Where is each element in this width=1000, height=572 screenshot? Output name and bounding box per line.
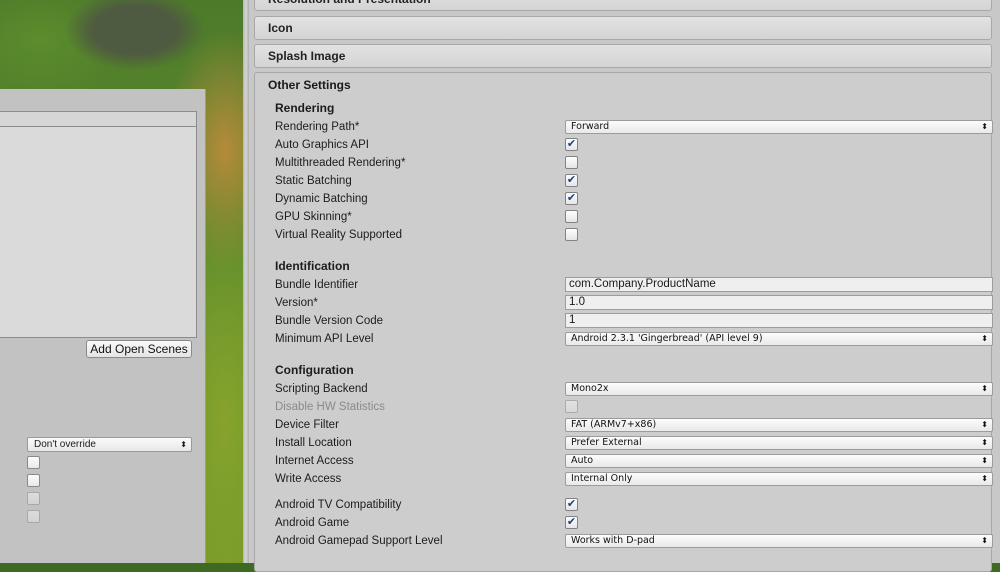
build-settings-panel: Add Open Scenes Don't override ⬍: [0, 89, 206, 563]
build-option-checkbox-disabled: [27, 492, 40, 505]
install-location-value: Prefer External: [571, 437, 642, 448]
auto-graphics-api-label: Auto Graphics API: [275, 139, 369, 151]
disable-hw-statistics-label: Disable HW Statistics: [275, 401, 385, 413]
rendering-path-value: Forward: [571, 121, 610, 132]
dropdown-arrow-icon: ⬍: [981, 536, 988, 545]
checkmark-icon: ✔: [566, 138, 577, 150]
disable-hw-statistics-checkbox: [565, 400, 578, 413]
dropdown-arrow-icon: ⬍: [981, 334, 988, 343]
rendering-group-title: Rendering: [275, 101, 335, 115]
player-settings-inspector: Resolution and Presentation Icon Splash …: [249, 0, 1000, 572]
add-open-scenes-button[interactable]: Add Open Scenes: [86, 340, 192, 358]
device-filter-label: Device Filter: [275, 419, 339, 431]
internet-access-dropdown[interactable]: Auto ⬍: [565, 454, 993, 468]
checkmark-icon: ✔: [566, 498, 577, 510]
scripting-backend-value: Mono2x: [571, 383, 609, 394]
internet-access-value: Auto: [571, 455, 594, 466]
dropdown-arrow-icon: ⬍: [180, 440, 187, 449]
dropdown-arrow-icon: ⬍: [981, 384, 988, 393]
scripting-backend-dropdown[interactable]: Mono2x ⬍: [565, 382, 993, 396]
multithreaded-rendering-label: Multithreaded Rendering*: [275, 157, 406, 169]
minimum-api-level-label: Minimum API Level: [275, 333, 374, 345]
minimum-api-level-dropdown[interactable]: Android 2.3.1 'Gingerbread' (API level 9…: [565, 332, 993, 346]
identification-group-title: Identification: [275, 259, 350, 273]
checkmark-icon: ✔: [566, 192, 577, 204]
build-option-checkbox[interactable]: [27, 474, 40, 487]
static-batching-checkbox[interactable]: ✔: [565, 174, 578, 187]
version-field[interactable]: 1.0: [565, 295, 993, 310]
gamepad-support-level-label: Android Gamepad Support Level: [275, 535, 443, 547]
dropdown-arrow-icon: ⬍: [981, 420, 988, 429]
android-game-checkbox[interactable]: ✔: [565, 516, 578, 529]
build-option-checkbox[interactable]: [27, 456, 40, 469]
gpu-skinning-checkbox[interactable]: [565, 210, 578, 223]
device-filter-value: FAT (ARMv7+x86): [571, 419, 657, 430]
write-access-label: Write Access: [275, 473, 342, 485]
configuration-group-title: Configuration: [275, 363, 354, 377]
bundle-version-code-label: Bundle Version Code: [275, 315, 384, 327]
dynamic-batching-checkbox[interactable]: ✔: [565, 192, 578, 205]
rendering-path-label: Rendering Path*: [275, 121, 360, 133]
gpu-skinning-label: GPU Skinning*: [275, 211, 352, 223]
multithreaded-rendering-checkbox[interactable]: [565, 156, 578, 169]
section-resolution-presentation[interactable]: Resolution and Presentation: [254, 0, 992, 11]
bundle-identifier-label: Bundle Identifier: [275, 279, 359, 291]
bundle-version-code-field[interactable]: 1: [565, 313, 993, 328]
vr-supported-checkbox[interactable]: [565, 228, 578, 241]
android-tv-compatibility-checkbox[interactable]: ✔: [565, 498, 578, 511]
vr-supported-label: Virtual Reality Supported: [275, 229, 402, 241]
build-option-checkbox-disabled: [27, 510, 40, 523]
dynamic-batching-label: Dynamic Batching: [275, 193, 368, 205]
texture-compression-value: Don't override: [34, 439, 96, 450]
section-other-settings: Other Settings Rendering Rendering Path*…: [254, 72, 993, 572]
scripting-backend-label: Scripting Backend: [275, 383, 368, 395]
internet-access-label: Internet Access: [275, 455, 354, 467]
device-filter-dropdown[interactable]: FAT (ARMv7+x86) ⬍: [565, 418, 993, 432]
dropdown-arrow-icon: ⬍: [981, 122, 988, 131]
scenes-in-build-list[interactable]: [0, 126, 197, 338]
gamepad-support-level-dropdown[interactable]: Works with D-pad ⬍: [565, 534, 993, 548]
auto-graphics-api-checkbox[interactable]: ✔: [565, 138, 578, 151]
version-label: Version*: [275, 297, 318, 309]
minimum-api-level-value: Android 2.3.1 'Gingerbread' (API level 9…: [571, 333, 763, 344]
android-tv-compatibility-label: Android TV Compatibility: [275, 499, 402, 511]
checkmark-icon: ✔: [566, 174, 577, 186]
other-settings-header[interactable]: Other Settings: [268, 78, 351, 92]
write-access-value: Internal Only: [571, 473, 633, 484]
bundle-identifier-field[interactable]: com.Company.ProductName: [565, 277, 993, 292]
write-access-dropdown[interactable]: Internal Only ⬍: [565, 472, 993, 486]
dropdown-arrow-icon: ⬍: [981, 438, 988, 447]
install-location-label: Install Location: [275, 437, 352, 449]
checkmark-icon: ✔: [566, 516, 577, 528]
texture-compression-dropdown[interactable]: Don't override ⬍: [27, 437, 192, 452]
android-game-label: Android Game: [275, 517, 350, 529]
dropdown-arrow-icon: ⬍: [981, 474, 988, 483]
static-batching-label: Static Batching: [275, 175, 352, 187]
section-icon[interactable]: Icon: [254, 16, 992, 40]
dropdown-arrow-icon: ⬍: [981, 456, 988, 465]
section-splash-image[interactable]: Splash Image: [254, 44, 992, 68]
gamepad-support-level-value: Works with D-pad: [571, 535, 655, 546]
scenes-in-build-header: [0, 111, 197, 127]
rendering-path-dropdown[interactable]: Forward ⬍: [565, 120, 993, 134]
install-location-dropdown[interactable]: Prefer External ⬍: [565, 436, 993, 450]
